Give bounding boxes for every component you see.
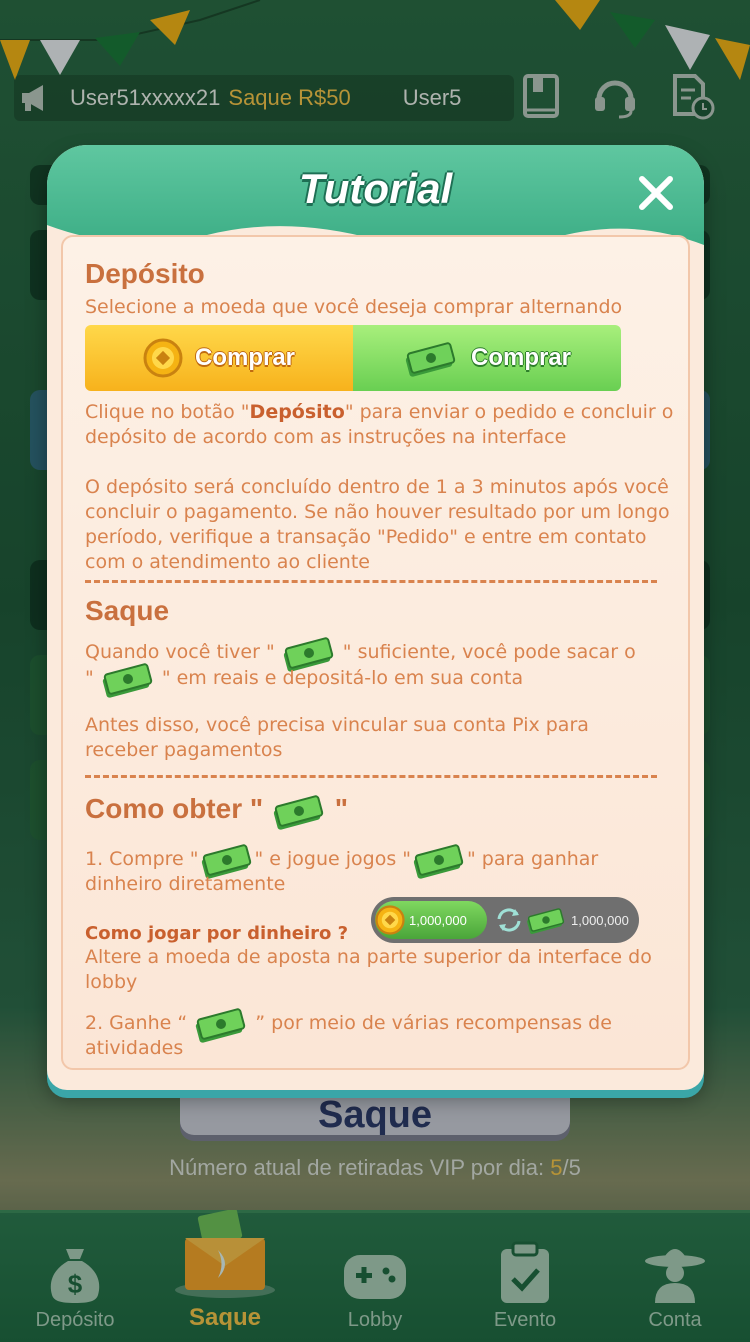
buy-gold-label: Comprar (194, 344, 296, 371)
cash-balance: 1,000,000 (571, 912, 629, 928)
saque-line-2: " " em reais e depositá-lo em sua conta (85, 662, 675, 698)
buy-gold-button[interactable]: Comprar (85, 325, 353, 391)
obter-line-2: 2. Ganhe “ ” por meio de várias recompen… (85, 1007, 675, 1043)
cash-stack-icon (527, 908, 565, 935)
obter-heading: Como obter " " (85, 793, 349, 830)
obter-l1-a: 1. Compre " (85, 848, 199, 870)
section-divider (85, 775, 657, 778)
swap-arrows-icon (497, 908, 521, 932)
obter-l2-a: 2. Ganhe “ (85, 1012, 188, 1034)
how-to-play-text: Altere a moeda de aposta na parte superi… (85, 946, 652, 993)
obter-heading-b: " (334, 793, 349, 824)
saque-text-c: " (85, 667, 94, 689)
buy-cash-button[interactable]: Comprar (353, 325, 621, 391)
deposit-instructions-bold: Depósito (249, 401, 345, 423)
gold-balance: 1,000,000 (409, 912, 467, 928)
modal-header: Tutorial (47, 145, 704, 255)
saque-text-b: " suficiente, você pode sacar o (342, 641, 636, 663)
how-to-play-title: Como jogar por dinheiro ? (85, 923, 349, 944)
deposit-instructions: Clique no botão "Depósito" para enviar o… (85, 400, 675, 450)
obter-l2-b: ” por meio de várias recompensas de (255, 1012, 612, 1034)
close-icon[interactable] (636, 173, 676, 213)
saque-pix-note: Antes disso, você precisa vincular sua c… (85, 714, 589, 761)
gold-coin-icon (375, 905, 405, 935)
currency-toggle-pill: 1,000,000 1,000,000 (371, 897, 639, 943)
deposit-time-note: O depósito será concluído dentro de 1 a … (85, 476, 670, 573)
cash-balance-pill: 1,000,000 (525, 905, 629, 935)
obter-heading-a: Como obter " (85, 793, 264, 824)
deposit-instructions-a: Clique no botão " (85, 401, 250, 423)
buy-cash-label: Comprar (470, 344, 572, 371)
deposit-intro: Selecione a moeda que você deseja compra… (85, 296, 623, 318)
saque-line-1: Quando você tiver " " suficiente, você p… (85, 636, 675, 672)
gold-balance-pill: 1,000,000 (375, 901, 487, 939)
obter-l1-c: " para ganhar (467, 848, 599, 870)
obter-line-1b: dinheiro diretamente (85, 873, 286, 895)
currency-switcher[interactable]: Comprar Comprar (85, 325, 621, 391)
obter-line-2b: atividades (85, 1037, 184, 1059)
tutorial-modal: Tutorial Depósito Selecione a moeda que … (47, 145, 704, 1090)
section-divider (85, 580, 657, 583)
saque-text-d: " em reais e depositá-lo em sua conta (161, 667, 524, 689)
deposit-heading: Depósito (85, 258, 205, 289)
cash-stack-icon (273, 794, 324, 830)
obter-line-1: 1. Compre " " e jogue jogos " " para ganha… (85, 843, 675, 879)
saque-heading: Saque (85, 595, 170, 626)
obter-l1-b: " e jogue jogos " (254, 848, 412, 870)
modal-title: Tutorial (298, 165, 453, 212)
cash-stack-icon (405, 342, 456, 377)
cash-stack-icon (102, 662, 152, 698)
gold-coin-icon (143, 338, 183, 378)
